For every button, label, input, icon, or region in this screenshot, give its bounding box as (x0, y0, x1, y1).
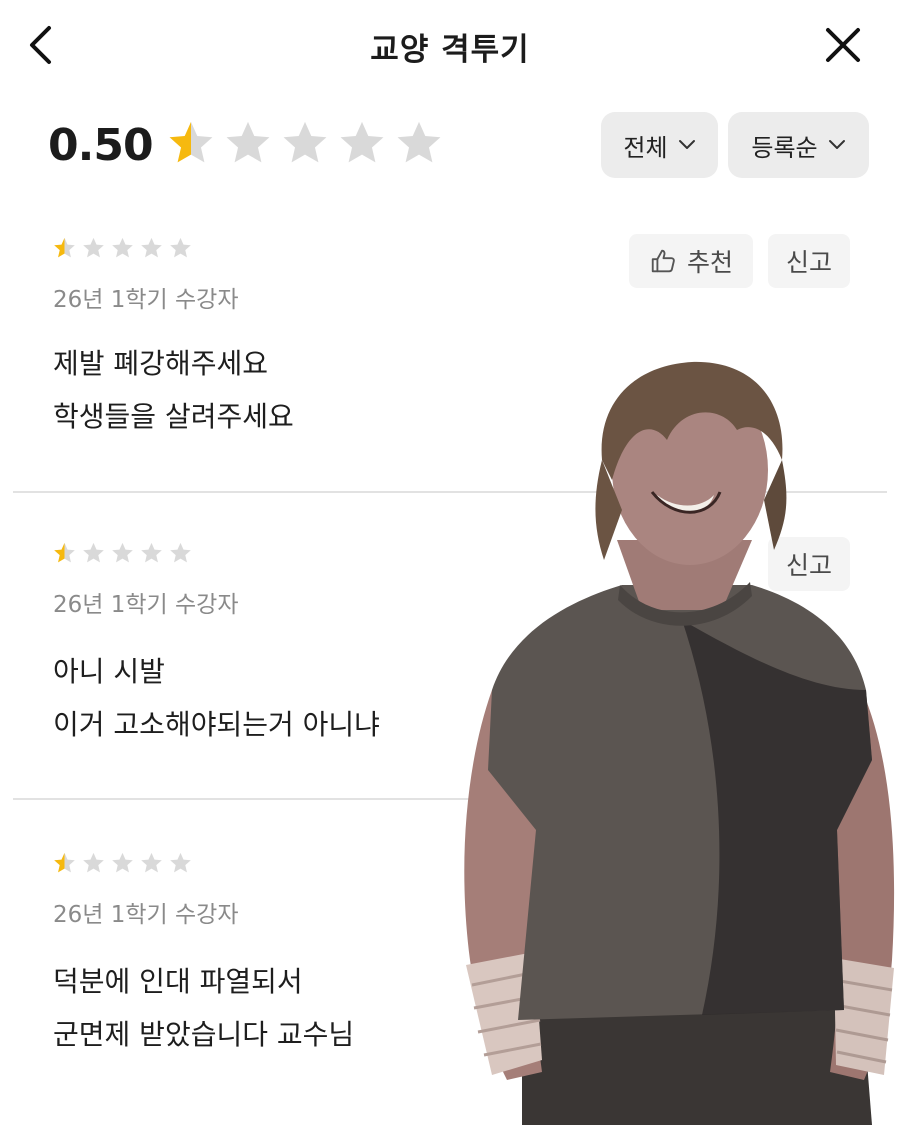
close-button[interactable] (822, 24, 864, 66)
star-empty-icon (397, 121, 441, 163)
star-empty-icon (141, 237, 162, 258)
star-empty-icon (170, 542, 191, 563)
star-empty-icon (112, 237, 133, 258)
review-meta: 26년 1학기 수강자 (53, 592, 239, 618)
star-empty-icon (112, 852, 133, 873)
review-line: 덕분에 인대 파열되서 (53, 965, 303, 998)
review-line: 아니 시발 (53, 655, 165, 688)
review-star-rating (52, 541, 193, 566)
review-line: 제발 폐강해주세요 (53, 347, 268, 380)
star-empty-icon (83, 237, 104, 258)
top-bar: 교양 격투기 (0, 0, 900, 92)
star-filled-icon (54, 852, 75, 873)
star-filled-icon (54, 542, 75, 563)
report-label: 신고 (785, 248, 832, 277)
review-meta: 26년 1학기 수강자 (53, 287, 239, 313)
filter-label: 전체 (623, 133, 668, 162)
review-line: 학생들을 살려주세요 (53, 400, 294, 433)
review-meta: 26년 1학기 수강자 (53, 902, 239, 928)
review-line: 군면제 받았습니다 교수님 (53, 1018, 355, 1051)
star-empty-icon (340, 121, 384, 163)
filter-dropdown[interactable]: 전체 (601, 112, 718, 178)
star-empty-icon (141, 542, 162, 563)
star-empty-icon (141, 852, 162, 873)
review-line: 이거 고소해야되는거 아니냐 (53, 708, 380, 741)
review-text: 덕분에 인대 파열되서 군면제 받았습니다 교수님 (53, 955, 354, 1061)
rating-summary: 0.50 전체 등록순 (0, 100, 900, 192)
star-empty-icon (83, 852, 104, 873)
character-illustration (464, 361, 895, 1125)
star-filled-icon (54, 237, 75, 258)
close-icon (826, 28, 860, 62)
recommend-button[interactable]: 추천 (629, 234, 753, 288)
review-star-rating (52, 236, 193, 261)
average-star-rating (165, 118, 445, 170)
star-empty-icon (283, 121, 327, 163)
star-empty-icon (83, 542, 104, 563)
star-empty-icon (226, 121, 270, 163)
recommend-label: 추천 (686, 248, 733, 277)
star-empty-icon (112, 542, 133, 563)
star-filled-icon (169, 121, 213, 163)
review-star-rating (52, 851, 193, 876)
average-score: 0.50 (48, 120, 154, 171)
star-empty-icon (170, 852, 191, 873)
chevron-down-icon (828, 140, 845, 149)
review-text: 제발 폐강해주세요 학생들을 살려주세요 (53, 337, 294, 443)
sort-dropdown[interactable]: 등록순 (728, 112, 869, 178)
report-button[interactable]: 신고 (768, 234, 850, 288)
chevron-down-icon (678, 140, 695, 149)
star-empty-icon (170, 237, 191, 258)
review-text: 아니 시발 이거 고소해야되는거 아니냐 (53, 645, 380, 751)
page-title: 교양 격투기 (370, 32, 530, 68)
thumbs-up-icon (651, 249, 675, 273)
sort-label: 등록순 (751, 133, 818, 162)
